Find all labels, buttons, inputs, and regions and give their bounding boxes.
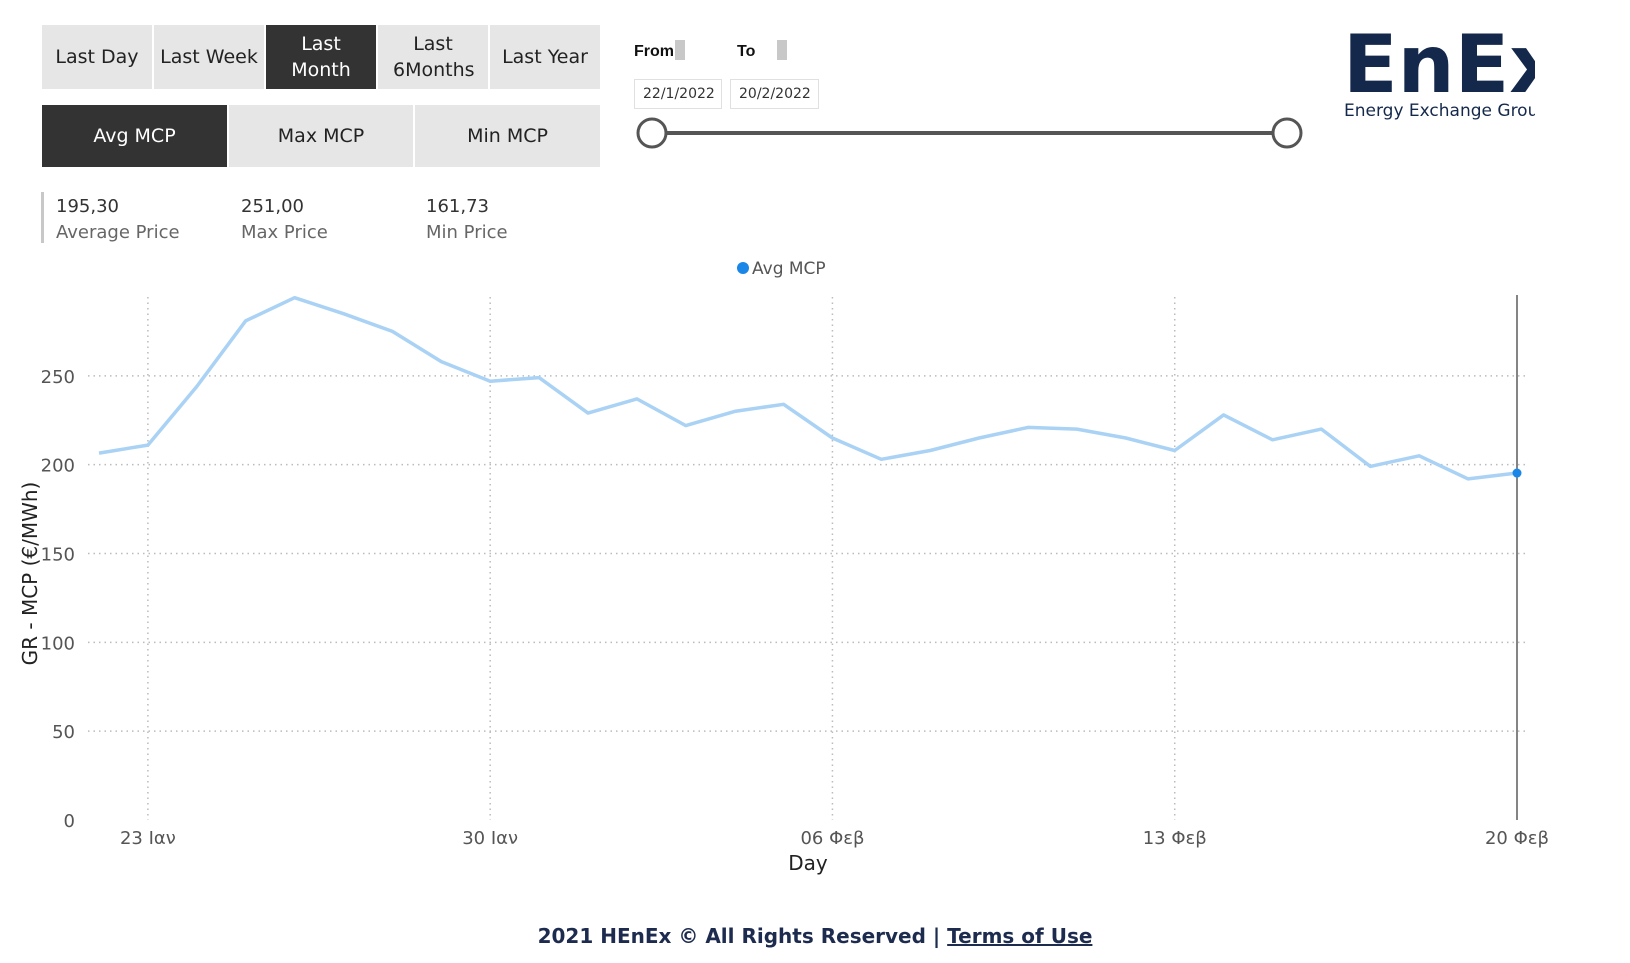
metric-button-label: Min MCP [467,125,548,147]
period-button-label: Last 6Months [393,33,475,81]
period-button-last-year[interactable]: Last Year [490,25,600,89]
to-date-input[interactable]: 20/2/2022 [730,79,819,109]
to-label: To [737,43,756,60]
period-button-label: Last Month [291,33,351,81]
metric-button-label: Max MCP [277,125,365,147]
period-button-last-month[interactable]: Last Month [266,25,376,89]
slider-start-handle[interactable] [636,117,668,149]
y-tick-label: 150 [41,545,75,566]
y-tick-label: 200 [41,456,75,477]
footer-copyright: 2021 HEnEx © All Rights Reserved | [537,924,948,948]
date-range-slider[interactable] [630,110,1320,160]
avg-mcp-series-line [98,295,1518,481]
to-color-swatch [777,40,787,60]
x-tick-label: 13 Φεβ [1143,828,1207,849]
kpi-min-value: 161,73 [426,196,489,217]
slider-end-handle[interactable] [1271,117,1303,149]
y-axis-title: GR - MCP (€/MWh) [18,482,42,666]
period-button-label: Last Day [55,46,139,68]
logo-tagline: Energy Exchange Group [1344,101,1535,121]
footer: 2021 HEnEx © All Rights Reserved | Terms… [0,924,1630,948]
period-button-last-day[interactable]: Last Day [42,25,152,89]
x-tick-label: 30 Ιαν [462,828,518,849]
x-tick-label: 20 Φεβ [1485,828,1549,849]
metric-button-avg-mcp[interactable]: Avg MCP [42,105,227,167]
logo-wordmark: EnEx [1343,22,1535,111]
kpi-divider [41,192,44,243]
period-button-label: Last Week [160,46,258,68]
x-tick-label: 23 Ιαν [120,828,176,849]
from-label: From [634,43,674,60]
period-button-last-week[interactable]: Last Week [154,25,264,89]
metric-button-min-mcp[interactable]: Min MCP [415,105,600,167]
kpi-max-label: Max Price [241,222,328,243]
from-date-input[interactable]: 22/1/2022 [634,79,722,109]
y-tick-label: 0 [64,811,75,832]
y-tick-label: 100 [41,633,75,654]
y-tick-label: 50 [52,722,75,743]
period-button-label: Last Year [502,46,588,68]
terms-of-use-link[interactable]: Terms of Use [947,924,1092,948]
kpi-average-value: 195,30 [56,196,119,217]
kpi-average-label: Average Price [56,222,180,243]
x-axis-title: Day [788,851,828,875]
enex-logo: EnEx Energy Exchange Group [1335,18,1561,122]
y-tick-label: 250 [41,367,75,388]
x-tick-label: 06 Φεβ [800,828,864,849]
kpi-min-label: Min Price [426,222,508,243]
data-point [1512,468,1522,478]
kpi-max-value: 251,00 [241,196,304,217]
legend-marker [737,262,749,274]
period-button-last-6months[interactable]: Last 6Months [378,25,488,89]
mcp-line-chart: 0 50 100 150 200 250 23 Ιαν 30 Ιαν 06 Φεβ 13 Φεβ 2… [18,259,1549,875]
metric-button-max-mcp[interactable]: Max MCP [229,105,413,167]
metric-button-label: Avg MCP [93,125,176,147]
from-color-swatch [675,40,685,60]
legend-label: Avg MCP [752,259,826,279]
